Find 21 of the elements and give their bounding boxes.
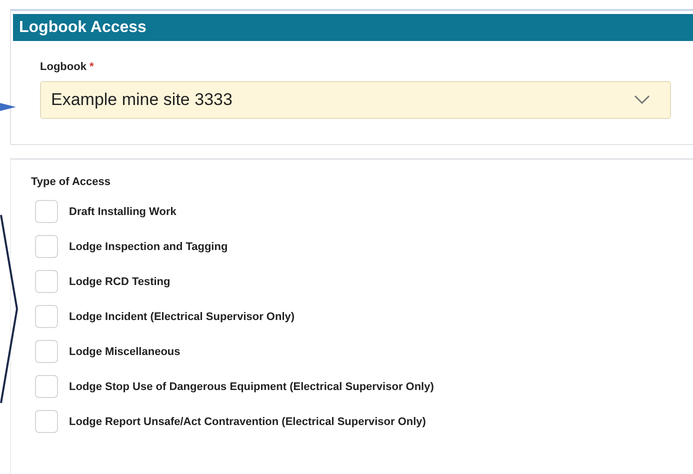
field-label: Logbook: [40, 61, 86, 73]
logbook-dropdown[interactable]: Example mine site 3333: [40, 81, 671, 119]
option-label: Draft Installing Work: [69, 206, 176, 218]
checkbox[interactable]: [35, 410, 58, 433]
checkbox[interactable]: [35, 375, 58, 398]
chevron-down-icon: [634, 95, 650, 105]
pointer-arrow-icon: [0, 100, 16, 114]
option-label: Lodge Report Unsafe/Act Contravention (Electrical Supervisor Only): [69, 416, 426, 428]
option-label: Lodge Inspection and Tagging: [69, 240, 228, 252]
section-label: Type of Access: [31, 176, 112, 188]
option-label: Lodge Incident (Electrical Supervisor Only): [69, 310, 295, 322]
panel-title: Logbook Access: [18, 18, 146, 36]
checkbox[interactable]: [35, 235, 58, 258]
checkbox[interactable]: [35, 270, 58, 293]
checkbox[interactable]: [35, 305, 58, 328]
checkbox[interactable]: [35, 340, 58, 363]
checkbox[interactable]: [35, 200, 58, 223]
option-label: Lodge Stop Use of Dangerous Equipment (Electrical Supervisor Only): [69, 380, 434, 392]
option-label: Lodge RCD Testing: [69, 276, 170, 288]
required-mark: *: [89, 61, 94, 73]
option-label: Lodge Miscellaneous: [69, 346, 180, 358]
